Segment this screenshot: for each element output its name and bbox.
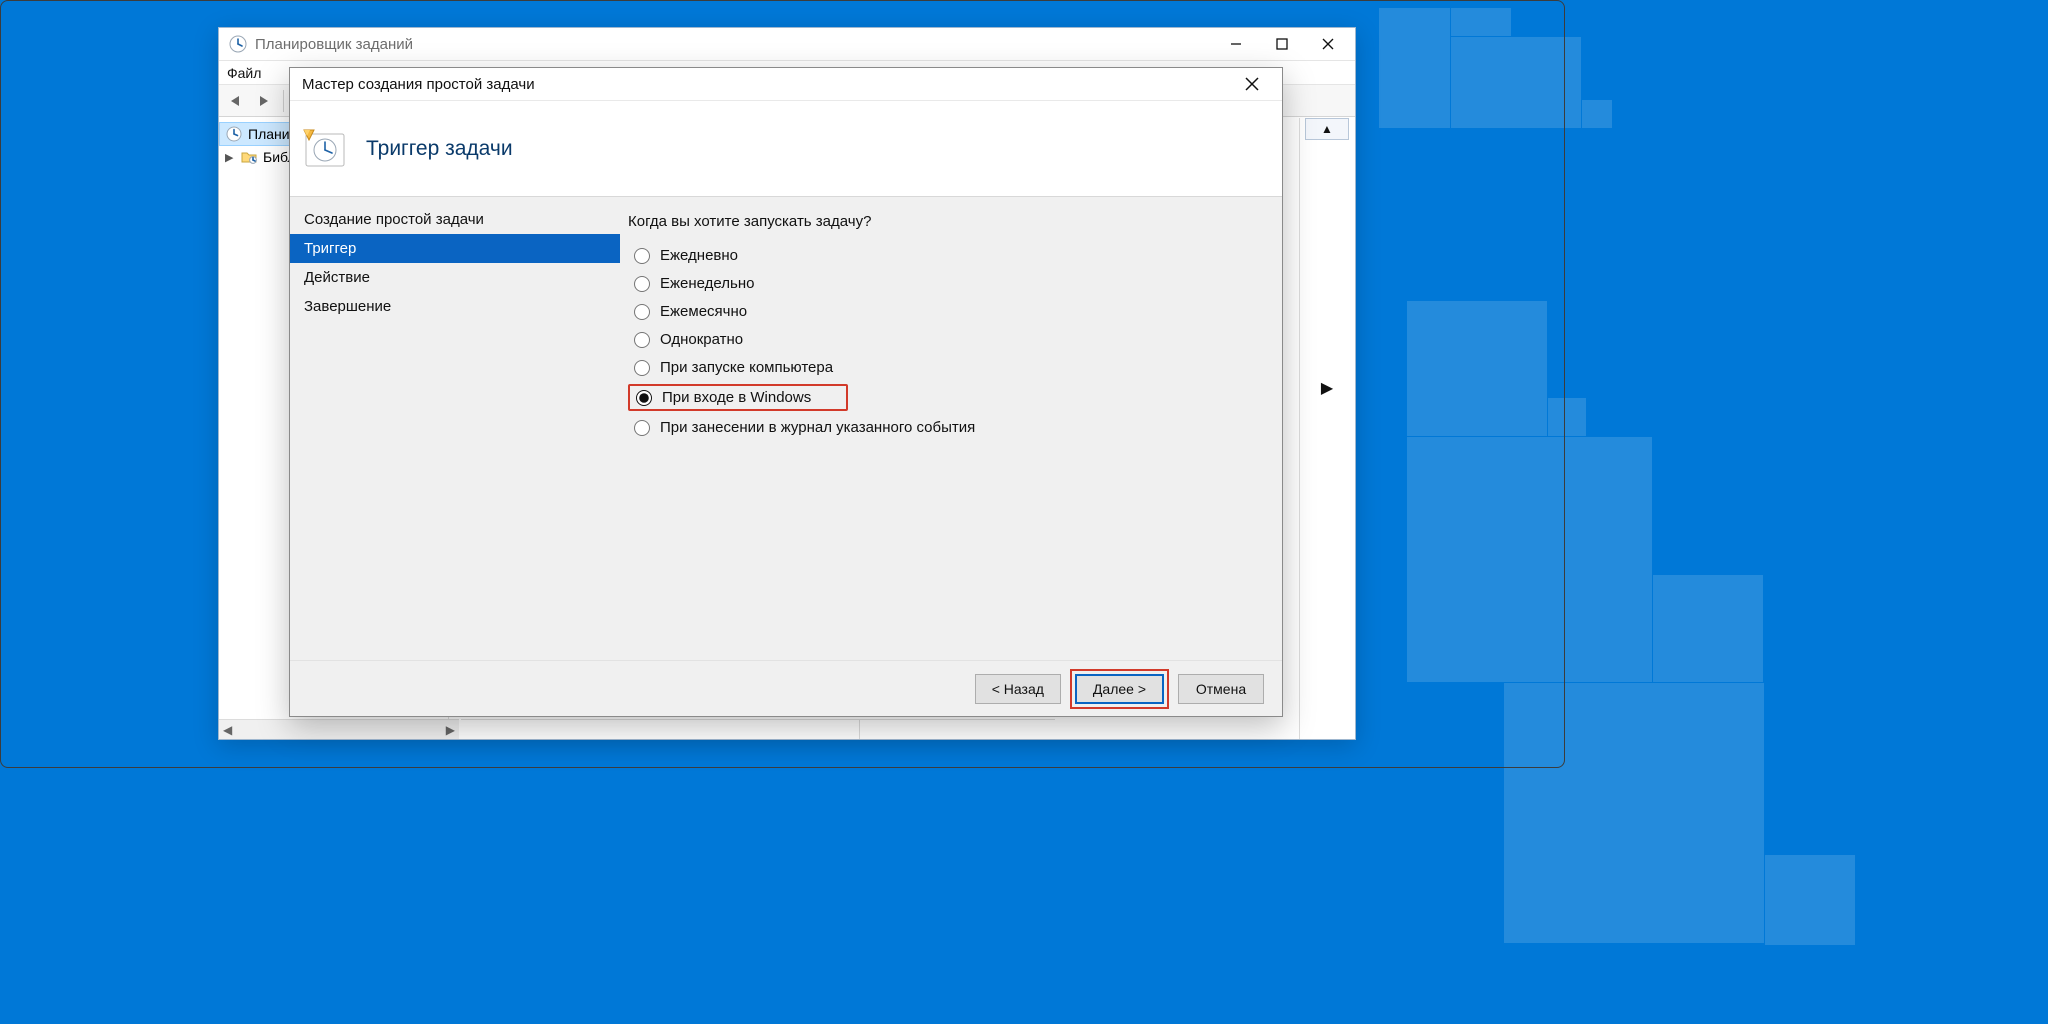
status-separator: [859, 719, 860, 739]
radio-onevent[interactable]: При занесении в журнал указанного событи…: [628, 416, 1262, 439]
clock-icon: [226, 126, 242, 142]
radio-onevent-label: При занесении в журнал указанного событи…: [660, 419, 975, 436]
radio-once-input[interactable]: [634, 332, 650, 348]
wizard-clock-icon: [302, 128, 348, 170]
next-button[interactable]: Далее >: [1075, 674, 1164, 704]
create-basic-task-wizard: Мастер создания простой задачи Триггер з…: [289, 67, 1283, 717]
radio-daily-label: Ежедневно: [660, 247, 738, 264]
radio-logon-input[interactable]: [636, 390, 652, 406]
radio-weekly-input[interactable]: [634, 276, 650, 292]
step-finish[interactable]: Завершение: [290, 292, 620, 321]
titlebar[interactable]: Планировщик заданий: [219, 28, 1355, 61]
desktop-decor: [1451, 8, 1511, 36]
radio-onevent-input[interactable]: [634, 420, 650, 436]
actions-pane: ▲ ▶: [1299, 118, 1355, 739]
expand-arrow-icon[interactable]: ▶: [1305, 377, 1349, 399]
radio-once[interactable]: Однократно: [628, 328, 1262, 351]
back-button[interactable]: < Назад: [975, 674, 1061, 704]
radio-monthly-input[interactable]: [634, 304, 650, 320]
radio-once-label: Однократно: [660, 331, 743, 348]
nav-back-button[interactable]: [225, 90, 247, 112]
desktop-decor: [1451, 37, 1581, 128]
step-action[interactable]: Действие: [290, 263, 620, 292]
desktop-decor: [1407, 437, 1652, 682]
dialog-titlebar[interactable]: Мастер создания простой задачи: [290, 68, 1282, 101]
radio-logon-label: При входе в Windows: [662, 389, 811, 406]
step-trigger[interactable]: Триггер: [290, 234, 620, 263]
desktop-decor: [1653, 575, 1763, 682]
scroll-left-icon[interactable]: ◀: [223, 723, 232, 737]
dialog-title: Мастер создания простой задачи: [302, 76, 535, 93]
radio-weekly[interactable]: Еженедельно: [628, 272, 1262, 295]
menu-file[interactable]: Файл: [227, 65, 261, 81]
wizard-heading: Триггер задачи: [366, 137, 513, 161]
wizard-footer: < Назад Далее > Отмена: [290, 660, 1282, 716]
close-button[interactable]: [1305, 29, 1351, 60]
folder-clock-icon: [241, 149, 257, 165]
radio-monthly[interactable]: Ежемесячно: [628, 300, 1262, 323]
chevron-right-icon[interactable]: ▶: [225, 151, 235, 164]
minimize-button[interactable]: [1213, 29, 1259, 60]
radio-startup-input[interactable]: [634, 360, 650, 376]
radio-monthly-label: Ежемесячно: [660, 303, 747, 320]
step-create[interactable]: Создание простой задачи: [290, 205, 620, 234]
trigger-prompt: Когда вы хотите запускать задачу?: [628, 213, 1262, 230]
desktop-decor: [1504, 683, 1764, 943]
wizard-header: Триггер задачи: [290, 101, 1282, 196]
wizard-content: Когда вы хотите запускать задачу? Ежедне…: [620, 197, 1282, 660]
radio-daily[interactable]: Ежедневно: [628, 244, 1262, 267]
clock-icon: [229, 35, 247, 53]
wizard-steps: Создание простой задачи Триггер Действие…: [290, 197, 620, 660]
nav-forward-button[interactable]: [253, 90, 275, 112]
radio-weekly-label: Еженедельно: [660, 275, 754, 292]
status-strip: [461, 719, 1055, 739]
window-title: Планировщик заданий: [255, 36, 413, 53]
maximize-button[interactable]: [1259, 29, 1305, 60]
desktop-decor: [1765, 855, 1855, 945]
desktop-decor: [1379, 8, 1450, 128]
desktop-decor: [1582, 100, 1612, 128]
desktop-decor: [1548, 398, 1586, 436]
radio-startup[interactable]: При запуске компьютера: [628, 356, 1262, 379]
toolbar-separator: [283, 90, 284, 112]
radio-logon[interactable]: При входе в Windows: [628, 384, 848, 411]
scroll-right-icon[interactable]: ▶: [446, 723, 455, 737]
radio-startup-label: При запуске компьютера: [660, 359, 833, 376]
scroll-up-button[interactable]: ▲: [1305, 118, 1349, 140]
radio-daily-input[interactable]: [634, 248, 650, 264]
cancel-button[interactable]: Отмена: [1178, 674, 1264, 704]
dialog-close-button[interactable]: [1234, 70, 1270, 98]
horizontal-scrollbar[interactable]: ◀ ▶: [219, 719, 459, 739]
desktop-decor: [1407, 301, 1547, 436]
